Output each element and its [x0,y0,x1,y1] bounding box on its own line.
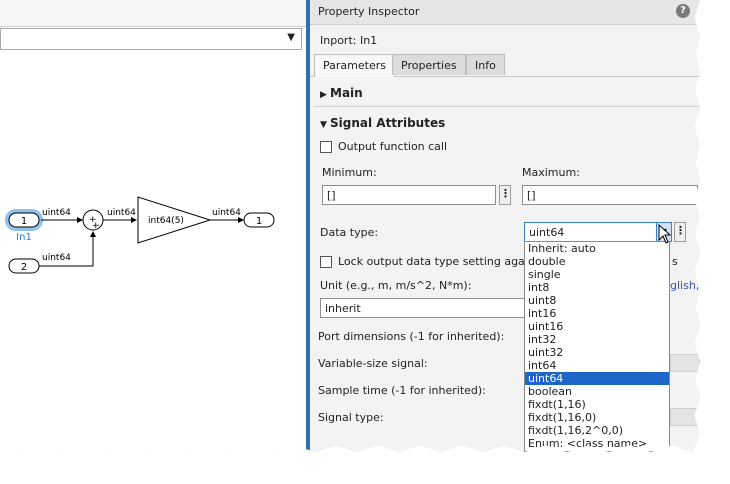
collapse-arrow-icon: ▼ [320,120,327,130]
sample-time-label: Sample time (-1 for inherited): [318,384,486,397]
maximum-input[interactable]: [] [522,185,698,205]
variable-size-signal-select[interactable] [670,354,700,372]
app-window: ▼ 1 In1 uint64 + + 2 uint64 uint64 int64… [0,0,700,452]
unit-input[interactable]: inherit [320,298,530,318]
tab-parameters[interactable]: Parameters [314,54,395,77]
inspector-tabs: Parameters Properties Info [310,54,700,77]
inport2-number: 2 [21,262,27,273]
block-name-label: Inport: In1 [320,34,378,47]
data-type-dropdown-list[interactable]: Inherit: auto double single int8 uint8 int16 u… [524,241,670,452]
signal-type-select[interactable] [670,408,700,426]
data-type-select[interactable]: uint64 ▼ [524,222,672,242]
data-type-options-button[interactable]: ⋮ [674,222,686,242]
data-type-option[interactable]: fixdt(1,16,2^0,0) [525,424,669,437]
model-canvas[interactable]: ▼ 1 In1 uint64 + + 2 uint64 uint64 int64… [0,0,306,452]
property-inspector: Property Inspector ? Inport: In1 Paramet… [310,0,700,452]
section-main-label: Main [330,86,363,100]
signal4-label: uint64 [212,208,241,218]
sum-plus-bottom: + [92,221,100,231]
canvas-toolbar [0,0,306,27]
data-type-option[interactable]: int8 [525,281,669,294]
data-type-option[interactable]: fixdt(1,16,0) [525,411,669,424]
minimum-options-button[interactable]: ⋮ [499,185,511,205]
data-type-option[interactable]: single [525,268,669,281]
minimum-label: Minimum: [322,166,377,179]
chevron-down-icon[interactable]: ▼ [287,32,295,43]
section-signal-attributes-header[interactable]: ▼ Signal Attributes [320,116,445,130]
unit-help-link[interactable]: glish, [670,279,699,292]
data-type-option[interactable]: uint32 [525,346,669,359]
section-divider [314,106,700,107]
model-browser-dropdown[interactable]: ▼ [0,28,302,50]
help-icon[interactable]: ? [676,4,690,18]
tab-info[interactable]: Info [466,54,505,75]
outport-number: 1 [256,216,262,227]
lock-data-type-label: Lock output data type setting against [338,255,545,268]
mouse-cursor-icon [658,224,672,244]
lock-data-type-checkbox[interactable] [320,256,332,268]
expand-arrow-icon: ▶ [320,90,327,100]
block-diagram: 1 In1 uint64 + + 2 uint64 uint64 int64(5… [5,196,275,274]
data-type-option[interactable]: int32 [525,333,669,346]
variable-size-signal-label: Variable-size signal: [318,357,428,370]
signal1-label: uint64 [42,208,71,218]
data-type-option[interactable]: boolean [525,385,669,398]
output-function-call-label: Output function call [338,140,448,153]
data-type-option[interactable]: int16 [525,307,669,320]
port-dimensions-label: Port dimensions (-1 for inherited): [318,330,505,343]
maximum-label: Maximum: [522,166,580,179]
inport1-number: 1 [21,216,27,227]
data-type-option[interactable]: uint8 [525,294,669,307]
data-type-option[interactable]: fixdt(1,16) [525,398,669,411]
gain-label: int64(5) [148,216,184,226]
data-type-option[interactable]: double [525,255,669,268]
signal-type-label: Signal type: [318,411,384,424]
unit-label: Unit (e.g., m, m/s^2, N*m): [320,279,472,292]
data-type-option[interactable]: Enum: <class name> [525,437,669,450]
section-signal-attributes-label: Signal Attributes [330,116,446,130]
data-type-label: Data type: [320,226,379,239]
signal3-label: uint64 [107,208,136,218]
signal2-label: uint64 [42,253,71,263]
data-type-option[interactable]: uint16 [525,320,669,333]
output-function-call-checkbox[interactable] [320,141,332,153]
inspector-title-bar: Property Inspector ? [310,0,700,25]
data-type-option[interactable]: uint64 [525,372,669,385]
inspector-title: Property Inspector [318,5,420,18]
section-main-header[interactable]: ▶ Main [320,86,363,100]
minimum-input[interactable]: [] [322,185,496,205]
data-type-selected-value: uint64 [529,226,565,239]
data-type-option[interactable]: int64 [525,359,669,372]
inport1-name[interactable]: In1 [16,232,32,243]
data-type-option[interactable]: Inherit: auto [525,242,669,255]
tab-properties[interactable]: Properties [392,54,466,75]
lock-data-type-label-tail: s [672,255,678,268]
